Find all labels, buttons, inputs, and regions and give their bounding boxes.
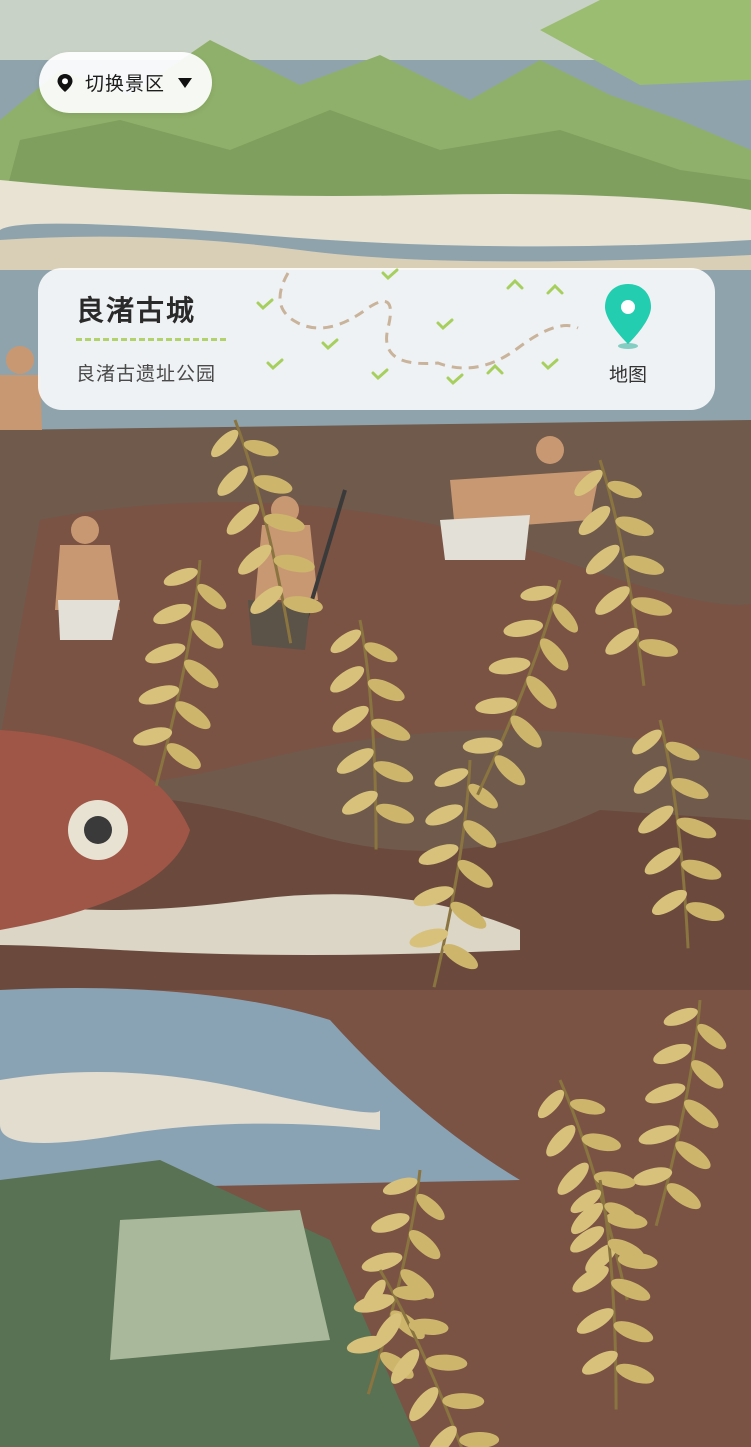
title-underline (76, 338, 226, 341)
scenic-info-card: 良渚古城 良渚古遗址公园 地图 (38, 268, 715, 410)
scenic-title: 良渚古城 (76, 294, 197, 327)
map-button[interactable]: 地图 (598, 282, 658, 398)
caret-down-icon (178, 77, 193, 88)
map-label: 地图 (608, 364, 647, 386)
switch-scenic-area-label: 切换景区 (85, 73, 166, 95)
map-pin-icon (605, 284, 651, 349)
switch-scenic-area-button[interactable]: 切换景区 (39, 52, 212, 113)
scenic-subtitle: 良渚古遗址公园 (76, 363, 217, 385)
background-illustration (0, 0, 751, 1447)
location-pin-icon (57, 73, 73, 92)
